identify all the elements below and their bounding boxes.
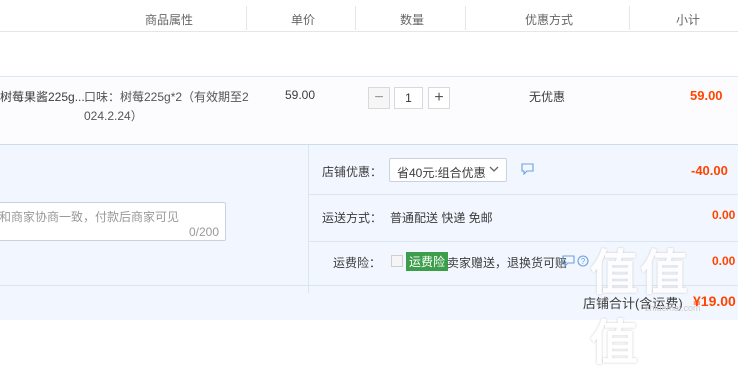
- shipping-label: 运送方式：: [322, 211, 383, 225]
- memo-char-count: 0/200: [188, 225, 219, 239]
- buyer-memo-field[interactable]: 和商家协商一致，付款后商家可见 0/200: [0, 202, 226, 241]
- qty-minus-button[interactable]: −: [368, 87, 390, 109]
- header-price: 单价: [291, 13, 316, 27]
- header-promo: 优惠方式: [525, 13, 574, 27]
- insurance-tag: 运费险: [406, 252, 449, 271]
- svg-text:?: ?: [581, 257, 586, 266]
- shipping-method: 普通配送 快递 免邮: [390, 211, 493, 225]
- insurance-desc: 卖家赠送，退换货可赔: [447, 256, 568, 270]
- header-divider: [465, 6, 466, 30]
- header-qty: 数量: [400, 13, 425, 27]
- watermark-site: zhidemai.com: [645, 303, 701, 313]
- item-attr-line: 024.2.24）: [84, 109, 143, 123]
- header-subtotal: 小计: [676, 13, 701, 27]
- item-subtotal: 59.00: [690, 88, 723, 103]
- item-unit-price: 59.00: [285, 88, 316, 102]
- cart-table-header: 商品属性 单价 数量 优惠方式 小计: [0, 0, 738, 32]
- discount-select[interactable]: 省40元:组合优惠: [389, 158, 507, 182]
- discount-label: 店铺优惠：: [322, 165, 383, 179]
- discount-value: -40.00: [691, 163, 728, 178]
- qty-plus-button[interactable]: +: [428, 87, 450, 109]
- chat-icon[interactable]: [562, 255, 575, 267]
- insurance-label: 运费险：: [333, 256, 382, 270]
- row-divider: [309, 194, 738, 195]
- item-attributes: 口味：树莓225g*2（有效期至2 024.2.24）: [84, 88, 249, 126]
- cart-item-row: 树莓果酱225g... 口味：树莓225g*2（有效期至2 024.2.24） …: [0, 76, 738, 144]
- qty-input[interactable]: 1: [394, 87, 423, 109]
- memo-placeholder: 和商家协商一致，付款后商家可见: [0, 210, 180, 224]
- item-promo: 无优惠: [529, 90, 566, 104]
- item-name[interactable]: 树莓果酱225g...: [0, 88, 85, 105]
- section-divider: [308, 145, 309, 293]
- chat-icon[interactable]: [521, 163, 534, 175]
- shipping-cost: 0.00: [712, 208, 736, 222]
- item-attr-line: 口味：树莓225g*2（有效期至2: [84, 90, 249, 104]
- help-icon[interactable]: ?: [577, 255, 589, 267]
- insurance-checkbox[interactable]: [391, 255, 403, 267]
- header-attr: 商品属性: [145, 13, 194, 27]
- header-divider: [246, 6, 247, 30]
- chevron-down-icon: [489, 166, 499, 172]
- header-divider: [629, 6, 630, 30]
- header-divider: [355, 6, 356, 30]
- discount-selected: 省40元:组合优惠: [397, 166, 486, 180]
